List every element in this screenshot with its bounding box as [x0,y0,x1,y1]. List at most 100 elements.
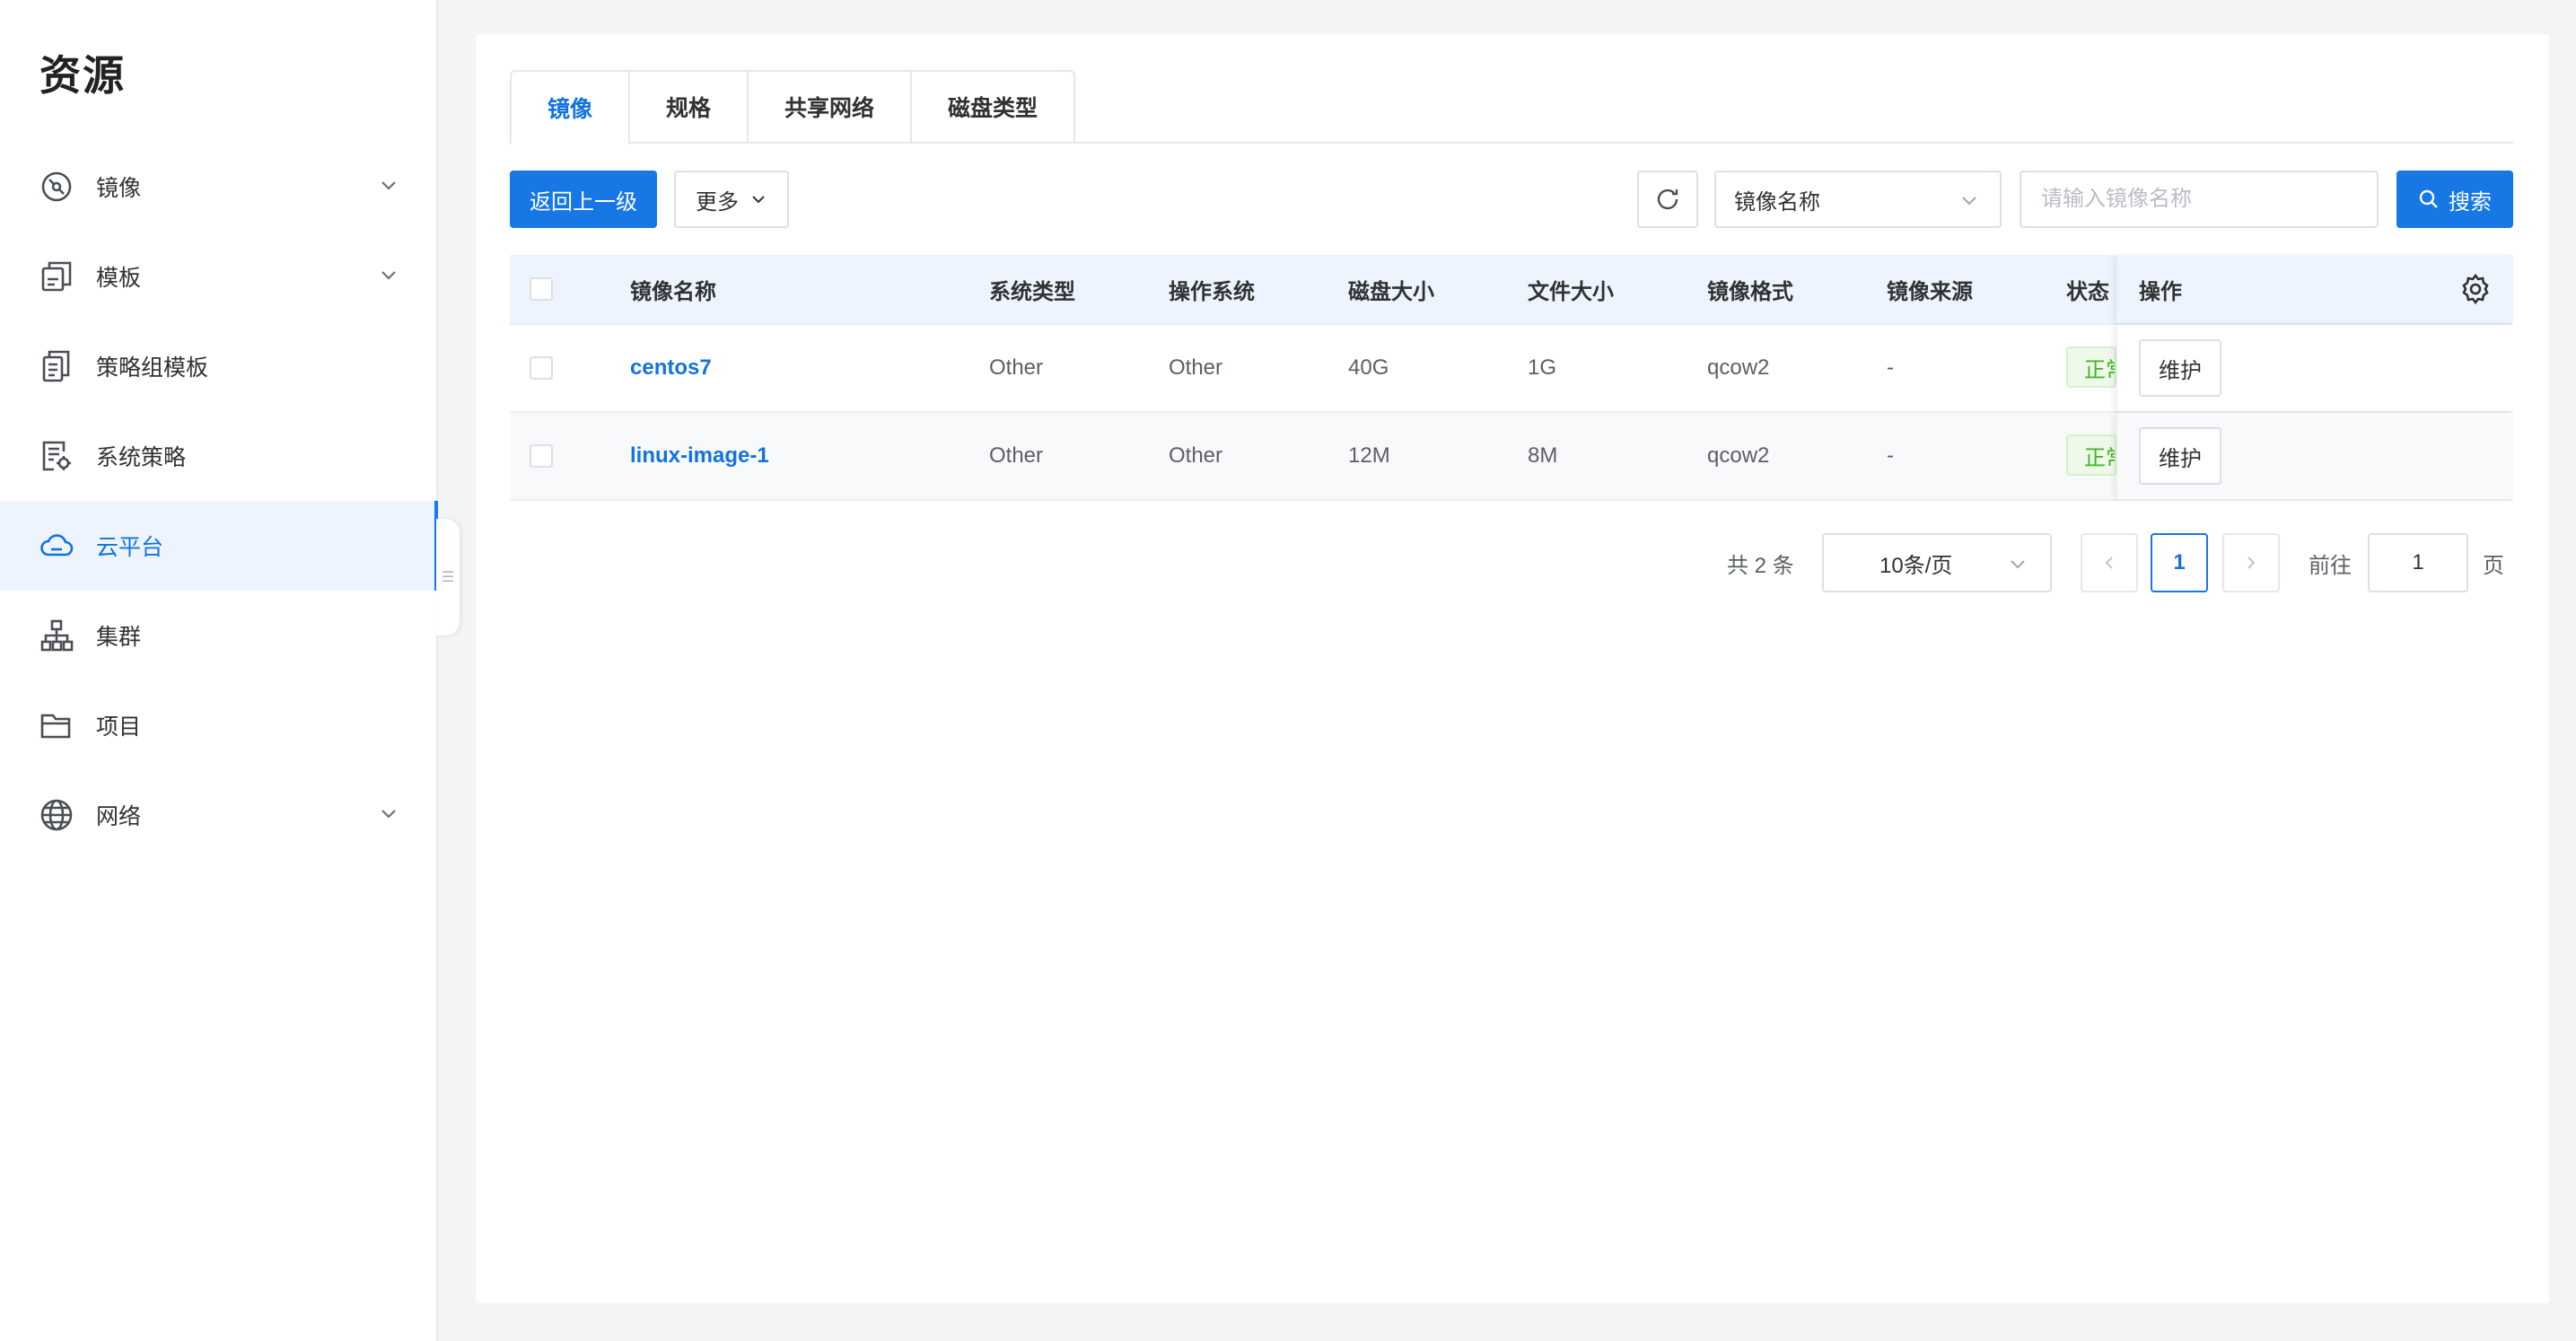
column-header-os[interactable]: 操作系统 [1169,255,1255,323]
file-size-cell: 1G [1528,355,1557,380]
back-button[interactable]: 返回上一级 [510,171,657,228]
tab-spec[interactable]: 规格 [630,70,749,144]
chevron-down-icon [381,271,396,280]
sidebar-item-cloud-platform[interactable]: 云平台 [0,501,438,591]
chevron-down-icon [2011,560,2025,569]
maintain-button[interactable]: 维护 [2139,339,2221,397]
table-header: 镜像名称 系统类型 操作系统 磁盘大小 文件大小 镜像格式 镜像来源 状态 操作 [510,255,2513,325]
os-cell: Other [1169,355,1223,380]
operation-cell: 维护 [2116,325,2513,411]
format-cell: qcow2 [1707,355,1770,380]
sidebar-title: 资源 [39,52,126,99]
sidebar-item-network[interactable]: 网络 [0,770,436,860]
sidebar-nav: 镜像 模板 策略组模板 系统策略 云平台 集群 项目 网络 [0,142,438,860]
pagination: 共 2 条 10条/页 1 前往 页 [476,533,2549,592]
cluster-icon [39,618,74,653]
sidebar-item-label: 模板 [96,266,142,291]
document-gear-icon [39,439,74,473]
operation-cell: 维护 [2116,413,2513,499]
more-dropdown-button[interactable]: 更多 [674,171,789,228]
disk-size-cell: 40G [1348,355,1389,380]
pagination-total: 共 2 条 [1727,553,1794,578]
sidebar-item-project[interactable]: 项目 [0,680,436,770]
sidebar-item-image[interactable]: 镜像 [0,142,436,232]
system-type-cell: Other [989,443,1044,468]
disc-icon [39,170,74,204]
chevron-left-icon [2105,557,2113,569]
tab-shared-network[interactable]: 共享网络 [749,70,913,144]
sidebar-item-system-policy[interactable]: 系统策略 [0,411,436,501]
search-field-select-value: 镜像名称 [1734,189,1820,215]
column-header-disk-size[interactable]: 磁盘大小 [1348,255,1434,323]
menu-fold-icon: ☰ [441,570,455,585]
column-header-status[interactable]: 状态 [2066,255,2109,323]
sidebar-item-label: 云平台 [96,535,164,560]
sidebar: 资源 镜像 模板 策略组模板 系统策略 云平台 集群 项目 网络 [0,0,438,1341]
tab-bar: 镜像 规格 共享网络 磁盘类型 [510,70,1076,180]
table-row[interactable]: centos7 Other Other 40G 1G qcow2 - 正常 维护 [510,325,2513,413]
chevron-right-icon [2247,557,2256,569]
refresh-button[interactable] [1637,171,1698,228]
system-type-cell: Other [989,355,1044,380]
page-number-button[interactable]: 1 [2151,533,2208,592]
image-table: 镜像名称 系统类型 操作系统 磁盘大小 文件大小 镜像格式 镜像来源 状态 操作… [510,255,2513,501]
chevron-down-icon [381,810,396,819]
sidebar-item-cluster[interactable]: 集群 [0,591,436,680]
row-select-cell [530,325,553,411]
more-label: 更多 [696,189,739,215]
sidebar-item-label: 策略组模板 [96,355,209,381]
sidebar-item-label: 项目 [96,714,142,740]
select-all-cell [530,255,553,323]
next-page-button[interactable] [2222,533,2280,592]
page-unit-label: 页 [2483,553,2504,578]
template-icon [39,259,74,294]
image-name-link[interactable]: centos7 [630,325,712,411]
goto-label: 前往 [2309,553,2352,578]
sidebar-item-policy-template[interactable]: 策略组模板 [0,321,436,411]
sidebar-item-label: 集群 [96,625,142,650]
column-header-name[interactable]: 镜像名称 [630,255,716,323]
search-input[interactable] [2020,171,2379,228]
tab-disk-type[interactable]: 磁盘类型 [912,70,1076,144]
column-header-format[interactable]: 镜像格式 [1707,255,1793,323]
gear-icon[interactable] [2459,273,2492,305]
chevron-down-icon [381,181,396,190]
page-size-select[interactable]: 10条/页 [1822,533,2052,592]
status-badge: 正常 [2066,434,2116,476]
row-checkbox[interactable] [530,444,553,468]
format-cell: qcow2 [1707,443,1770,468]
sidebar-item-label: 镜像 [96,176,142,201]
page-size-value: 10条/页 [1879,553,1953,578]
document-copy-icon [39,349,74,383]
tab-image[interactable]: 镜像 [510,70,631,145]
source-cell: - [1887,443,1894,468]
sidebar-collapse-handle[interactable]: ☰ [436,519,460,635]
prev-page-button[interactable] [2081,533,2138,592]
image-name-link[interactable]: linux-image-1 [630,413,769,499]
maintain-button[interactable]: 维护 [2139,427,2221,485]
sidebar-item-template[interactable]: 模板 [0,232,436,321]
status-badge: 正常 [2066,346,2116,388]
column-header-system-type[interactable]: 系统类型 [989,255,1075,323]
search-button[interactable]: 搜索 [2396,171,2513,228]
row-select-cell [530,413,553,499]
os-cell: Other [1169,443,1223,468]
table-row[interactable]: linux-image-1 Other Other 12M 8M qcow2 -… [510,413,2513,501]
column-header-file-size[interactable]: 文件大小 [1528,255,1614,323]
goto-page-input[interactable] [2368,533,2468,592]
toolbar: 返回上一级 更多 镜像名称 搜索 [510,171,2513,228]
column-header-source[interactable]: 镜像来源 [1887,255,1973,323]
refresh-icon [1657,188,1678,210]
search-icon [2419,189,2438,208]
select-all-checkbox[interactable] [530,277,553,301]
folder-icon [39,708,74,742]
operation-column-header: 操作 [2116,255,2513,323]
source-cell: - [1887,355,1894,380]
chevron-down-icon [1962,197,1976,206]
row-checkbox[interactable] [530,356,553,380]
search-field-select[interactable]: 镜像名称 [1714,171,2002,228]
chevron-down-icon [752,196,765,204]
globe-icon [39,798,74,832]
sidebar-item-label: 网络 [96,804,142,829]
column-header-operation: 操作 [2139,279,2182,304]
